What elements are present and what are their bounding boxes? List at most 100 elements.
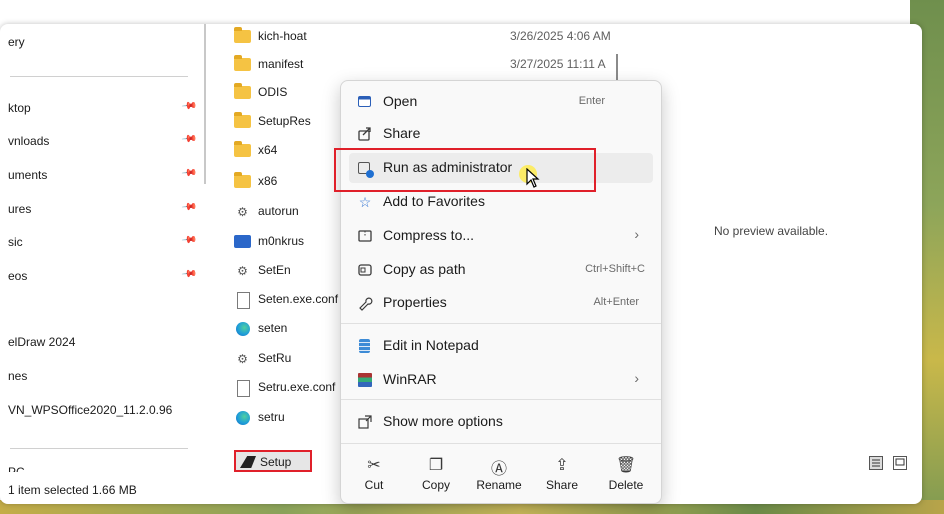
nav-item-desktop[interactable]: ktop 📌 — [0, 98, 198, 120]
copy-path-icon — [357, 262, 373, 278]
nav-divider — [10, 76, 188, 77]
file-row-manifest[interactable]: manifest 3/27/2025 11:11 A — [228, 52, 623, 78]
details-view-icon — [872, 459, 880, 467]
file-name: Setru.exe.conf — [258, 380, 336, 394]
file-row-kich-hoat[interactable]: kich-hoat 3/26/2025 4:06 AM — [228, 24, 623, 50]
share-icon: ⇪ — [555, 457, 569, 474]
menu-item-shortcut: Ctrl+Shift+C — [585, 263, 645, 275]
file-name: SetEn — [258, 263, 291, 277]
setup-app-icon — [240, 456, 256, 468]
nav-item-label: ures — [8, 202, 32, 216]
quick-action-label: Rename — [476, 478, 522, 492]
nav-item-gallery[interactable]: ery — [0, 32, 195, 54]
submenu-chevron-icon: › — [634, 226, 639, 242]
preview-pane-message: No preview available. — [714, 224, 829, 238]
pin-icon: 📌 — [180, 266, 198, 283]
menu-item-label: Copy as path — [383, 261, 466, 277]
annotation-highlight-box — [334, 148, 596, 192]
delete-button[interactable]: 🗑 Delete — [598, 451, 654, 497]
copy-button[interactable]: ❐ Copy — [408, 451, 464, 497]
nav-item-pictures[interactable]: ures 📌 — [0, 199, 198, 221]
file-name: SetRu — [258, 351, 292, 365]
share-icon — [357, 126, 373, 142]
menu-item-properties[interactable]: Properties Alt+Enter — [349, 288, 653, 318]
menu-item-label: Properties — [383, 294, 447, 310]
file-date: 3/27/2025 11:11 A — [510, 57, 606, 71]
nav-item-label: eos — [8, 269, 28, 283]
quick-action-label: Cut — [364, 478, 384, 492]
nav-item-videos[interactable]: eos 📌 — [0, 266, 198, 288]
menu-item-share[interactable]: Share — [349, 119, 653, 149]
menu-item-label: Show more options — [383, 413, 503, 429]
menu-item-edit-in-notepad[interactable]: Edit in Notepad — [349, 331, 653, 361]
submenu-chevron-icon: › — [634, 370, 639, 386]
trash-icon: 🗑 — [615, 457, 637, 474]
navigation-pane: ery ktop 📌 vnloads 📌 uments 📌 ures 📌 sic… — [0, 24, 205, 474]
nav-item-games[interactable]: nes — [0, 366, 195, 388]
folder-icon — [234, 83, 251, 99]
nav-item-coreldraw[interactable]: elDraw 2024 — [0, 332, 195, 354]
share-quick-button[interactable]: ⇪ Share — [534, 451, 590, 497]
menu-item-label: Compress to... — [383, 227, 475, 243]
rename-icon: Ⓐ — [490, 461, 507, 478]
menu-item-show-more-options[interactable]: Show more options — [349, 407, 653, 437]
nav-item-label: ktop — [8, 101, 31, 115]
nav-item-downloads[interactable]: vnloads 📌 — [0, 131, 198, 153]
context-menu: Open Enter Share Run as administrator ☆ … — [340, 80, 662, 504]
settings-file-icon: ⚙ — [237, 205, 248, 219]
folder-icon — [234, 141, 251, 157]
nav-item-this-pc[interactable]: PC — [0, 462, 195, 472]
edge-icon — [236, 411, 250, 425]
menu-item-compress-to[interactable]: Compress to... › — [349, 221, 653, 251]
menu-item-winrar[interactable]: WinRAR › — [349, 365, 653, 395]
menu-item-label: Open — [383, 93, 418, 109]
compress-icon — [357, 228, 373, 244]
nav-item-documents[interactable]: uments 📌 — [0, 165, 198, 187]
nav-item-label: elDraw 2024 — [8, 335, 76, 349]
folder-icon — [234, 172, 251, 188]
nav-item-label: uments — [8, 168, 48, 182]
file-name: m0nkrus — [258, 234, 305, 248]
nav-item-wpsoffice[interactable]: VN_WPSOffice2020_11.2.0.96 — [0, 400, 195, 422]
menu-item-label: Share — [383, 125, 421, 141]
tiles-view-button[interactable] — [893, 456, 907, 470]
file-name: autorun — [258, 204, 299, 218]
file-name: manifest — [258, 57, 304, 71]
pin-icon: 📌 — [180, 98, 198, 115]
rename-button[interactable]: Ⓐ Rename — [471, 451, 527, 497]
cut-button[interactable]: ✂ Cut — [346, 451, 402, 497]
file-name: ODIS — [258, 85, 288, 99]
cut-icon: ✂ — [367, 457, 381, 474]
menu-item-label: Edit in Notepad — [383, 337, 479, 353]
file-name: Setup — [260, 455, 292, 469]
more-options-icon — [357, 414, 373, 430]
nav-item-label: ery — [8, 35, 25, 49]
folder-icon — [234, 27, 251, 43]
file-row-setup-selected[interactable]: Setup — [234, 450, 312, 472]
menu-separator — [341, 443, 661, 444]
file-name: Seten.exe.conf — [258, 292, 339, 306]
blank-file-icon — [237, 292, 250, 309]
menu-item-shortcut: Alt+Enter — [593, 296, 639, 308]
gear-file-icon: ⚙ — [237, 264, 248, 278]
nav-item-music[interactable]: sic 📌 — [0, 232, 198, 254]
pane-splitter[interactable] — [204, 24, 206, 184]
pin-icon: 📌 — [180, 165, 198, 182]
menu-separator — [341, 399, 661, 400]
quick-action-label: Copy — [421, 478, 450, 492]
copy-icon: ❐ — [428, 457, 444, 474]
gear-file-icon: ⚙ — [237, 352, 248, 366]
menu-item-open[interactable]: Open Enter — [349, 87, 653, 117]
file-name: setru — [258, 410, 285, 424]
pin-icon: 📌 — [180, 232, 198, 249]
file-date: 3/26/2025 4:06 AM — [510, 29, 611, 43]
details-view-button[interactable] — [869, 456, 883, 470]
menu-item-copy-as-path[interactable]: Copy as path Ctrl+Shift+C — [349, 255, 653, 285]
menu-separator — [341, 323, 661, 324]
nav-divider — [10, 448, 188, 449]
nav-item-label: vnloads — [8, 134, 50, 148]
open-icon — [357, 94, 373, 110]
quick-action-label: Delete — [608, 478, 644, 492]
menu-item-label: Add to Favorites — [383, 193, 485, 209]
pin-icon: 📌 — [180, 199, 198, 216]
